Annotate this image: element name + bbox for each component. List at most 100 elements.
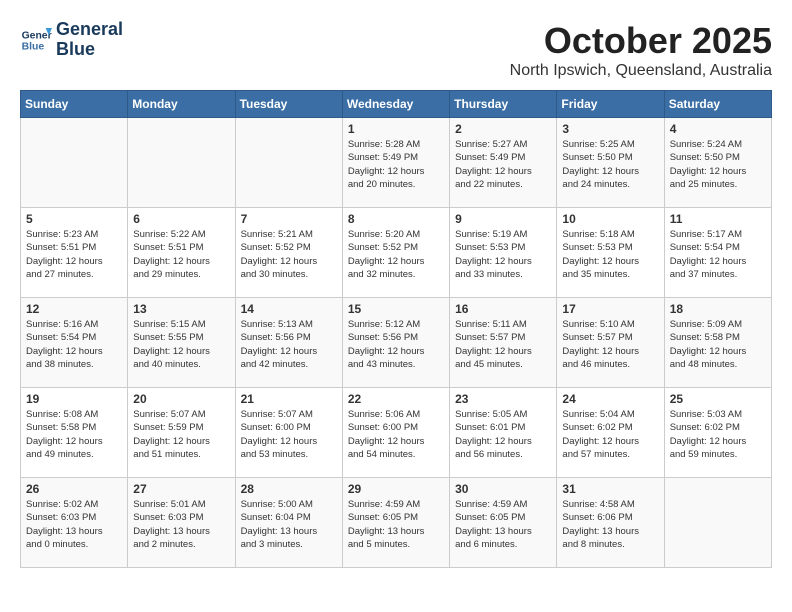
calendar-cell: 2Sunrise: 5:27 AM Sunset: 5:49 PM Daylig… bbox=[450, 118, 557, 208]
day-info: Sunrise: 4:59 AM Sunset: 6:05 PM Dayligh… bbox=[348, 498, 444, 551]
calendar-cell: 23 Sunrise: 5:05 AM Sunset: 6:01 PM Dayli… bbox=[450, 388, 557, 478]
logo-icon: General Blue bbox=[20, 24, 52, 56]
calendar-cell: 17Sunrise: 5:10 AM Sunset: 5:57 PM Dayli… bbox=[557, 298, 664, 388]
day-info: Sunrise: 5:21 AM Sunset: 5:52 PM Dayligh… bbox=[241, 228, 337, 281]
day-header-sunday: Sunday bbox=[21, 91, 128, 118]
calendar-cell: 28Sunrise: 5:00 AM Sunset: 6:04 PM Dayli… bbox=[235, 478, 342, 568]
day-number: 7 bbox=[241, 212, 337, 226]
day-header-wednesday: Wednesday bbox=[342, 91, 449, 118]
day-number: 5 bbox=[26, 212, 122, 226]
day-number: 27 bbox=[133, 482, 229, 496]
calendar-cell: 31Sunrise: 4:58 AM Sunset: 6:06 PM Dayli… bbox=[557, 478, 664, 568]
calendar-cell: 25Sunrise: 5:03 AM Sunset: 6:02 PM Dayli… bbox=[664, 388, 771, 478]
calendar-cell: 20 Sunrise: 5:07 AM Sunset: 5:59 PM Dayli… bbox=[128, 388, 235, 478]
day-header-thursday: Thursday bbox=[450, 91, 557, 118]
week-row-1: 1 Sunrise: 5:28 AM Sunset: 5:49 PM Daylig… bbox=[21, 118, 772, 208]
day-info: Sunrise: 5:08 AM Sunset: 5:58 PM Dayligh… bbox=[26, 408, 122, 461]
day-info: Sunrise: 5:12 AM Sunset: 5:56 PM Dayligh… bbox=[348, 318, 444, 371]
calendar-cell: 19 Sunrise: 5:08 AM Sunset: 5:58 PM Dayli… bbox=[21, 388, 128, 478]
day-info: Sunrise: 5:07 AM Sunset: 5:59 PM Dayligh… bbox=[133, 408, 229, 461]
day-info: Sunrise: 5:15 AM Sunset: 5:55 PM Dayligh… bbox=[133, 318, 229, 371]
day-info: Sunrise: 5:09 AM Sunset: 5:58 PM Dayligh… bbox=[670, 318, 766, 371]
week-row-4: 19 Sunrise: 5:08 AM Sunset: 5:58 PM Dayli… bbox=[21, 388, 772, 478]
day-info: Sunrise: 5:22 AM Sunset: 5:51 PM Dayligh… bbox=[133, 228, 229, 281]
calendar-cell: 14 Sunrise: 5:13 AM Sunset: 5:56 PM Dayli… bbox=[235, 298, 342, 388]
week-row-5: 26Sunrise: 5:02 AM Sunset: 6:03 PM Dayli… bbox=[21, 478, 772, 568]
day-number: 29 bbox=[348, 482, 444, 496]
calendar-cell: 18 Sunrise: 5:09 AM Sunset: 5:58 PM Dayli… bbox=[664, 298, 771, 388]
day-info: Sunrise: 5:00 AM Sunset: 6:04 PM Dayligh… bbox=[241, 498, 337, 551]
day-info: Sunrise: 5:20 AM Sunset: 5:52 PM Dayligh… bbox=[348, 228, 444, 281]
calendar-cell: 13 Sunrise: 5:15 AM Sunset: 5:55 PM Dayli… bbox=[128, 298, 235, 388]
day-number: 6 bbox=[133, 212, 229, 226]
day-number: 31 bbox=[562, 482, 658, 496]
day-number: 1 bbox=[348, 122, 444, 136]
day-info: Sunrise: 5:07 AM Sunset: 6:00 PM Dayligh… bbox=[241, 408, 337, 461]
day-info: Sunrise: 5:02 AM Sunset: 6:03 PM Dayligh… bbox=[26, 498, 122, 551]
day-number: 19 bbox=[26, 392, 122, 406]
day-info: Sunrise: 5:03 AM Sunset: 6:02 PM Dayligh… bbox=[670, 408, 766, 461]
day-number: 23 bbox=[455, 392, 551, 406]
calendar-cell bbox=[235, 118, 342, 208]
day-number: 16 bbox=[455, 302, 551, 316]
calendar-cell: 11Sunrise: 5:17 AM Sunset: 5:54 PM Dayli… bbox=[664, 208, 771, 298]
day-info: Sunrise: 5:05 AM Sunset: 6:01 PM Dayligh… bbox=[455, 408, 551, 461]
calendar-cell: 1 Sunrise: 5:28 AM Sunset: 5:49 PM Daylig… bbox=[342, 118, 449, 208]
logo-line2: Blue bbox=[56, 40, 123, 60]
day-info: Sunrise: 5:25 AM Sunset: 5:50 PM Dayligh… bbox=[562, 138, 658, 191]
calendar-cell: 10Sunrise: 5:18 AM Sunset: 5:53 PM Dayli… bbox=[557, 208, 664, 298]
day-header-friday: Friday bbox=[557, 91, 664, 118]
svg-text:Blue: Blue bbox=[22, 41, 45, 52]
day-info: Sunrise: 5:28 AM Sunset: 5:49 PM Dayligh… bbox=[348, 138, 444, 191]
calendar-cell: 21Sunrise: 5:07 AM Sunset: 6:00 PM Dayli… bbox=[235, 388, 342, 478]
day-number: 14 bbox=[241, 302, 337, 316]
calendar-cell: 8 Sunrise: 5:20 AM Sunset: 5:52 PM Daylig… bbox=[342, 208, 449, 298]
day-info: Sunrise: 4:59 AM Sunset: 6:05 PM Dayligh… bbox=[455, 498, 551, 551]
calendar-cell bbox=[128, 118, 235, 208]
day-info: Sunrise: 5:10 AM Sunset: 5:57 PM Dayligh… bbox=[562, 318, 658, 371]
day-info: Sunrise: 5:19 AM Sunset: 5:53 PM Dayligh… bbox=[455, 228, 551, 281]
day-number: 9 bbox=[455, 212, 551, 226]
location-title: North Ipswich, Queensland, Australia bbox=[510, 62, 772, 80]
day-number: 30 bbox=[455, 482, 551, 496]
calendar-cell: 12 Sunrise: 5:16 AM Sunset: 5:54 PM Dayli… bbox=[21, 298, 128, 388]
logo-line1: General bbox=[56, 20, 123, 40]
day-info: Sunrise: 5:27 AM Sunset: 5:49 PM Dayligh… bbox=[455, 138, 551, 191]
day-number: 22 bbox=[348, 392, 444, 406]
calendar-cell: 26Sunrise: 5:02 AM Sunset: 6:03 PM Dayli… bbox=[21, 478, 128, 568]
header: General Blue General Blue October 2025 N… bbox=[20, 20, 772, 80]
calendar-cell: 7 Sunrise: 5:21 AM Sunset: 5:52 PM Daylig… bbox=[235, 208, 342, 298]
day-header-tuesday: Tuesday bbox=[235, 91, 342, 118]
day-number: 10 bbox=[562, 212, 658, 226]
week-row-3: 12 Sunrise: 5:16 AM Sunset: 5:54 PM Dayli… bbox=[21, 298, 772, 388]
calendar-cell bbox=[21, 118, 128, 208]
day-info: Sunrise: 5:06 AM Sunset: 6:00 PM Dayligh… bbox=[348, 408, 444, 461]
day-number: 13 bbox=[133, 302, 229, 316]
day-info: Sunrise: 5:01 AM Sunset: 6:03 PM Dayligh… bbox=[133, 498, 229, 551]
title-block: October 2025 North Ipswich, Queensland, … bbox=[510, 20, 772, 80]
day-number: 24 bbox=[562, 392, 658, 406]
day-number: 18 bbox=[670, 302, 766, 316]
day-header-saturday: Saturday bbox=[664, 91, 771, 118]
week-row-2: 5Sunrise: 5:23 AM Sunset: 5:51 PM Daylig… bbox=[21, 208, 772, 298]
calendar-cell: 5Sunrise: 5:23 AM Sunset: 5:51 PM Daylig… bbox=[21, 208, 128, 298]
day-info: Sunrise: 5:16 AM Sunset: 5:54 PM Dayligh… bbox=[26, 318, 122, 371]
day-number: 15 bbox=[348, 302, 444, 316]
day-number: 4 bbox=[670, 122, 766, 136]
day-number: 3 bbox=[562, 122, 658, 136]
day-info: Sunrise: 5:11 AM Sunset: 5:57 PM Dayligh… bbox=[455, 318, 551, 371]
calendar-cell: 9 Sunrise: 5:19 AM Sunset: 5:53 PM Daylig… bbox=[450, 208, 557, 298]
calendar-cell: 30 Sunrise: 4:59 AM Sunset: 6:05 PM Dayli… bbox=[450, 478, 557, 568]
calendar-cell: 4Sunrise: 5:24 AM Sunset: 5:50 PM Daylig… bbox=[664, 118, 771, 208]
day-info: Sunrise: 5:04 AM Sunset: 6:02 PM Dayligh… bbox=[562, 408, 658, 461]
day-number: 12 bbox=[26, 302, 122, 316]
logo: General Blue General Blue bbox=[20, 20, 123, 60]
day-header-monday: Monday bbox=[128, 91, 235, 118]
calendar-cell: 22 Sunrise: 5:06 AM Sunset: 6:00 PM Dayli… bbox=[342, 388, 449, 478]
day-info: Sunrise: 5:13 AM Sunset: 5:56 PM Dayligh… bbox=[241, 318, 337, 371]
calendar-cell: 6 Sunrise: 5:22 AM Sunset: 5:51 PM Daylig… bbox=[128, 208, 235, 298]
calendar-cell: 24 Sunrise: 5:04 AM Sunset: 6:02 PM Dayli… bbox=[557, 388, 664, 478]
calendar-cell: 29 Sunrise: 4:59 AM Sunset: 6:05 PM Dayli… bbox=[342, 478, 449, 568]
day-number: 8 bbox=[348, 212, 444, 226]
day-number: 20 bbox=[133, 392, 229, 406]
